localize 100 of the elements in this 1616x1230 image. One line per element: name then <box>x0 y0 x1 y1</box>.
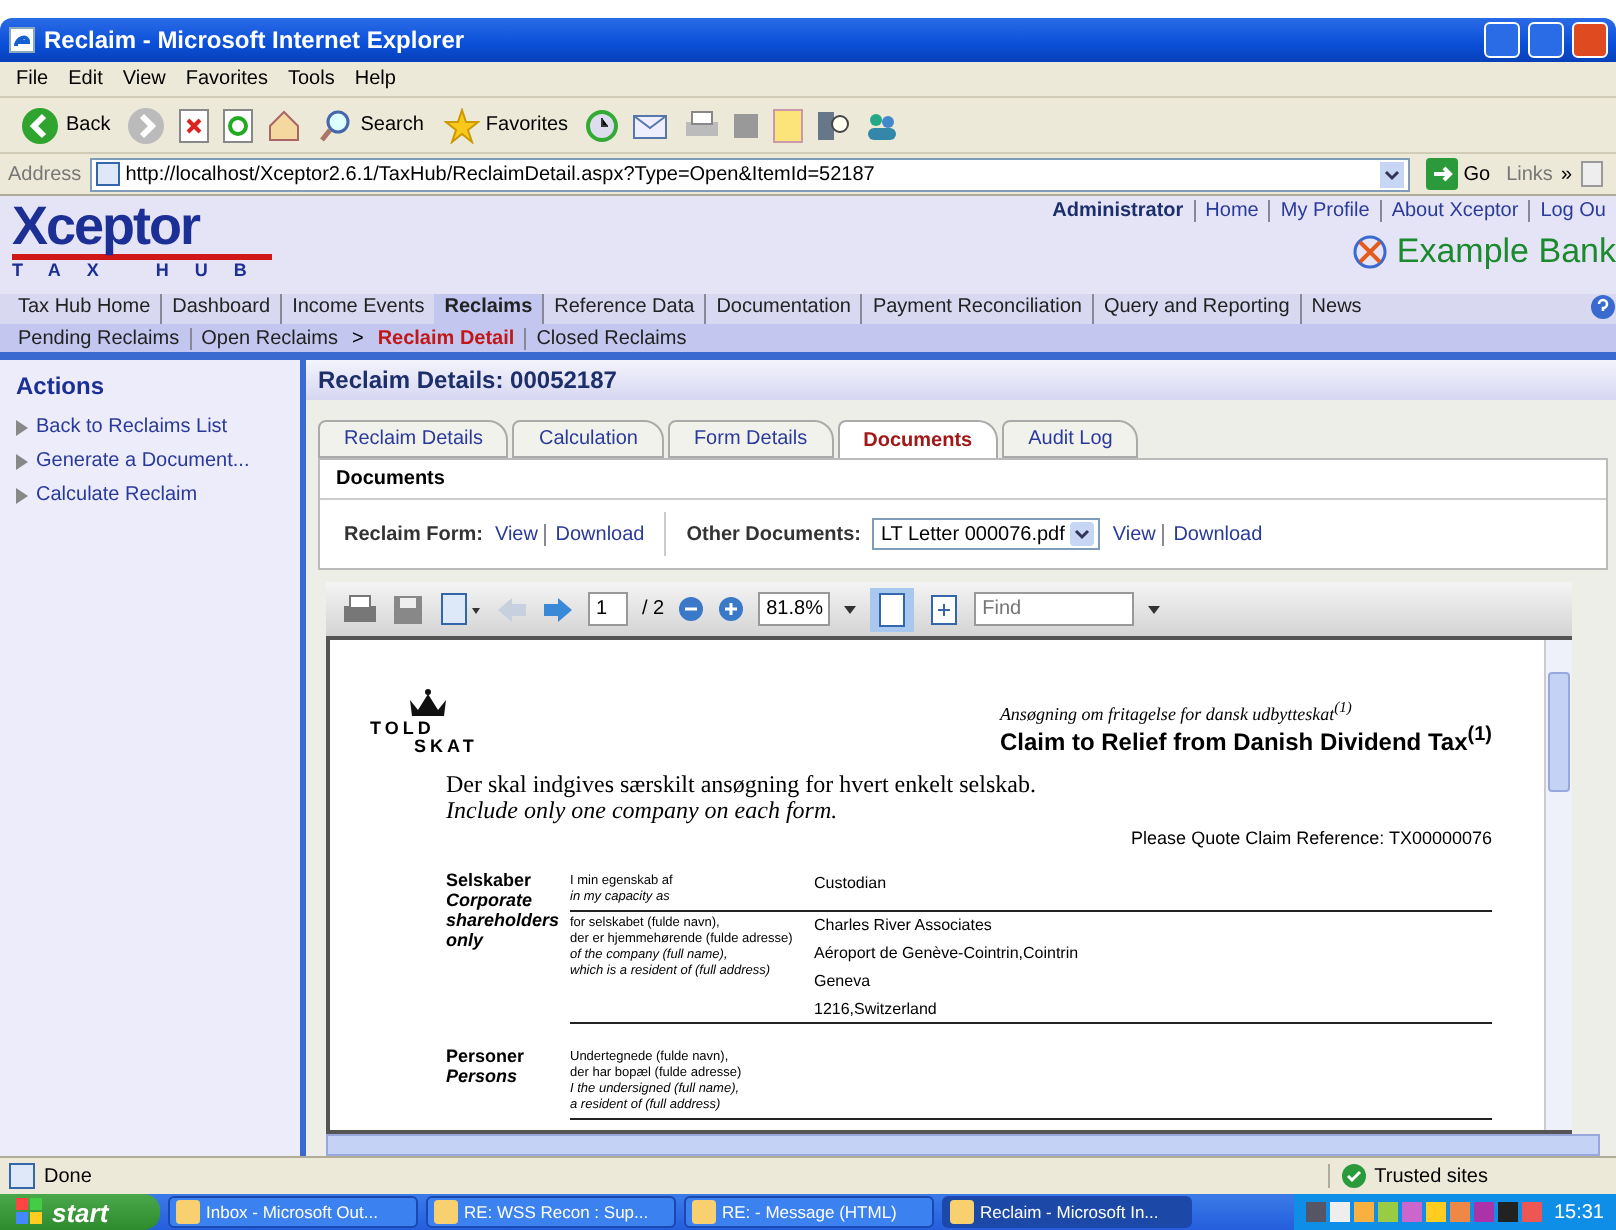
go-button[interactable]: Go <box>1417 158 1499 190</box>
page-number-field[interactable]: 1 <box>588 592 628 626</box>
form-subtitle: Ansøgning om fritagelse for dansk udbytteskat$^{(1)}$ <box>999 698 1352 724</box>
start-button[interactable]: start <box>0 1194 160 1230</box>
header-link[interactable]: About Xceptor <box>1379 200 1529 222</box>
windows-logo-icon <box>16 1198 44 1226</box>
mail-icon[interactable] <box>632 109 673 141</box>
nav-tab[interactable]: Reclaims <box>434 294 543 324</box>
app-icon <box>950 1200 974 1224</box>
bank-name: Example Bank <box>1396 232 1616 272</box>
field-value: Charles River Associates <box>814 916 994 934</box>
bank-logo-icon <box>1352 234 1389 270</box>
subnav-link[interactable]: Reclaim Detail <box>367 327 525 349</box>
logo-word: SKAT <box>414 738 478 756</box>
history-icon[interactable] <box>584 107 621 143</box>
app-icon <box>176 1200 200 1224</box>
refresh-icon[interactable] <box>222 107 255 143</box>
reference-text: Please Quote Claim Reference: TX00000076 <box>1129 828 1492 848</box>
breadcrumb-arrow: > <box>349 327 366 349</box>
subnav-link[interactable]: Closed Reclaims <box>524 327 697 349</box>
tab[interactable]: Documents <box>837 420 999 458</box>
sidebar-link[interactable]: Generate a Document... <box>36 450 250 472</box>
maximize-button[interactable] <box>1528 22 1564 58</box>
dropdown-icon[interactable] <box>1148 605 1161 613</box>
subnav-link[interactable]: Open Reclaims <box>189 327 348 349</box>
back-button[interactable]: Back <box>16 105 115 145</box>
field-label: Other Documents: <box>686 523 861 545</box>
find-field[interactable]: Find <box>974 592 1135 626</box>
taskbar-button[interactable]: RE: WSS Recon : Sup... <box>426 1196 676 1228</box>
favorites-button[interactable]: Favorites <box>439 107 573 143</box>
header-link[interactable]: Home <box>1193 200 1269 222</box>
detail-title: Reclaim Details: 00052187 <box>306 360 1616 400</box>
document-link[interactable]: Download <box>543 524 645 546</box>
printer-icon[interactable] <box>342 593 378 625</box>
tab[interactable]: Audit Log <box>1002 420 1139 458</box>
triangle-icon <box>16 419 28 435</box>
research-icon[interactable] <box>816 107 853 143</box>
printer-icon[interactable] <box>684 109 721 141</box>
zoom-field[interactable]: 81.8% <box>758 592 831 626</box>
page-count: / 2 <box>642 598 665 620</box>
header-link[interactable]: Log Ou <box>1528 200 1616 222</box>
document-link[interactable]: Download <box>1161 524 1263 546</box>
home-icon[interactable] <box>266 107 303 143</box>
chevron-text[interactable]: » <box>1560 163 1572 185</box>
help-icon[interactable] <box>1590 294 1616 320</box>
document-icon[interactable] <box>438 591 482 627</box>
menu-item[interactable]: View <box>122 68 166 90</box>
app-icon <box>434 1200 458 1224</box>
save-icon[interactable] <box>392 593 424 625</box>
document-link[interactable]: View <box>494 524 544 546</box>
section-heading: Selskaber <box>446 870 534 890</box>
taskbar-button[interactable]: Inbox - Microsoft Out... <box>168 1196 418 1228</box>
instruction-text: Include only one company on each form. <box>446 798 840 824</box>
dropdown-icon[interactable] <box>844 605 857 613</box>
sidebar-link[interactable]: Back to Reclaims List <box>36 416 228 438</box>
page-icon[interactable] <box>1580 160 1608 188</box>
fit-width-icon[interactable] <box>870 587 915 631</box>
tab[interactable]: Reclaim Details <box>318 420 509 458</box>
menu-item[interactable]: Edit <box>68 68 103 90</box>
header-link[interactable]: My Profile <box>1268 200 1380 222</box>
links-label[interactable]: Links <box>1506 163 1553 185</box>
triangle-icon <box>16 453 28 469</box>
sidebar-link[interactable]: Calculate Reclaim <box>36 484 198 506</box>
nav-tab[interactable]: Tax Hub Home <box>8 294 161 324</box>
taskbar-button[interactable]: RE: - Message (HTML) <box>684 1196 934 1228</box>
instruction-text: Der skal indgives særskilt ansøgning for hvert enkelt selskab. <box>446 772 1038 798</box>
subnav-link[interactable]: Pending Reclaims <box>8 327 190 349</box>
vertical-scrollbar[interactable] <box>1544 640 1572 1130</box>
zoom-in-icon[interactable] <box>718 596 745 622</box>
search-button[interactable]: Search <box>314 107 428 143</box>
dropdown-icon <box>1070 522 1095 546</box>
horizontal-scrollbar[interactable] <box>326 1134 1600 1156</box>
square-icon[interactable] <box>732 111 761 139</box>
sidebar-title: Actions <box>16 372 107 400</box>
field-label: Reclaim Form: <box>344 523 483 545</box>
document-select[interactable]: LT Letter 000076.pdf <box>872 518 1101 550</box>
field-value: Geneva <box>814 972 873 990</box>
section-heading: Corporate shareholders only <box>446 890 562 950</box>
page-icon <box>95 162 120 186</box>
close-button[interactable] <box>1572 22 1608 58</box>
tab[interactable]: Calculation <box>512 420 664 458</box>
tab[interactable]: Form Details <box>667 420 834 458</box>
menu-item[interactable]: Help <box>354 68 396 90</box>
dropdown-icon[interactable] <box>1379 161 1404 187</box>
taskbar-button[interactable]: Reclaim - Microsoft In... <box>942 1196 1192 1228</box>
tray-icons-drawing[interactable] <box>1305 1200 1546 1224</box>
menu-item[interactable]: Favorites <box>185 68 268 90</box>
fit-page-icon[interactable] <box>928 593 961 625</box>
zoom-out-icon[interactable] <box>678 596 705 622</box>
minimize-button[interactable] <box>1484 22 1520 58</box>
address-field[interactable]: http://localhost/Xceptor2.6.1/TaxHub/ReclaimDetail.aspx?Type=Open&ItemId=52187 <box>89 157 1410 191</box>
next-page-icon[interactable] <box>542 593 574 625</box>
triangle-icon <box>16 487 28 503</box>
stop-icon[interactable] <box>178 107 211 143</box>
document-link[interactable]: View <box>1112 524 1162 546</box>
logo-word: TOLD <box>370 720 435 738</box>
window-title: Reclaim - Microsoft Internet Explorer <box>44 26 467 54</box>
menu-item[interactable]: Tools <box>287 68 335 90</box>
search-icon <box>318 107 355 143</box>
menu-item[interactable]: File <box>16 68 49 90</box>
